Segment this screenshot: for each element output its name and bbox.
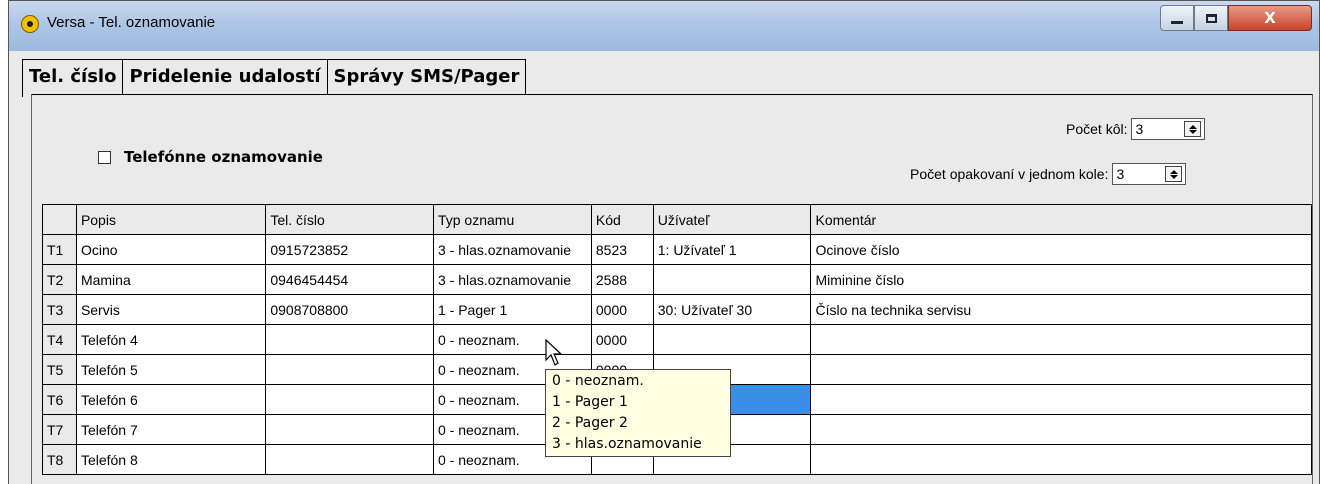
window-title: Versa - Tel. oznamovanie	[47, 14, 216, 31]
notification-type-dropdown: 0 - neoznam. 1 - Pager 1 2 - Pager 2 3 -…	[545, 369, 731, 457]
column-header-typ-oznamu[interactable]: Typ oznamu	[432, 204, 592, 235]
popis-cell[interactable]: Servis	[75, 294, 267, 325]
komentar-cell[interactable]	[810, 354, 1312, 385]
maximize-button[interactable]	[1194, 5, 1228, 31]
tel-cislo-cell[interactable]	[265, 354, 434, 385]
notification-checkbox-label: Telefónne oznamovanie	[124, 148, 323, 166]
spin-down-icon	[1169, 174, 1178, 179]
table-header-row: Popis Tel. číslo Typ oznamu Kód Užívateľ…	[42, 204, 1312, 235]
popis-cell[interactable]: Telefón 4	[75, 324, 267, 355]
table-row[interactable]: T3 Servis 0908708800 1 - Pager 1 0000 30: Uží…	[42, 294, 1312, 325]
tel-cislo-cell[interactable]: 0915723852	[265, 234, 434, 265]
column-header-komentar[interactable]: Komentár	[810, 204, 1312, 235]
tab-bar: Tel. číslo Pridelenie udalostí Správy SM…	[22, 59, 527, 97]
uzivatel-cell[interactable]: 30: Užívateľ 30	[652, 294, 812, 325]
komentar-cell[interactable]: Miminine číslo	[810, 264, 1312, 295]
mouse-pointer-icon	[545, 339, 563, 366]
notification-checkbox[interactable]	[98, 150, 111, 164]
row-id: T1	[42, 234, 77, 265]
column-header-id[interactable]	[42, 204, 77, 235]
dropdown-option[interactable]: 0 - neoznam.	[546, 371, 730, 392]
tel-cislo-cell[interactable]: 0946454454	[265, 264, 434, 295]
tab-tel-cislo[interactable]: Tel. číslo	[22, 59, 124, 97]
popis-cell[interactable]: Telefón 5	[75, 354, 267, 385]
kod-cell[interactable]: 0000	[590, 294, 654, 325]
row-id: T2	[42, 264, 77, 295]
close-icon: X	[1264, 9, 1276, 27]
kod-cell[interactable]: 8523	[590, 234, 654, 265]
typ-oznamu-cell[interactable]: 0 - neoznam.	[432, 324, 592, 355]
popis-cell[interactable]: Ocino	[75, 234, 267, 265]
popis-cell[interactable]: Telefón 8	[75, 444, 267, 475]
row-id: T3	[42, 294, 77, 325]
popis-cell[interactable]: Telefón 7	[75, 414, 267, 445]
uzivatel-cell[interactable]	[652, 324, 812, 355]
rounds-row: Počet kôl: 3	[1066, 118, 1206, 140]
komentar-cell[interactable]	[810, 324, 1312, 355]
telephone-notification-toggle[interactable]: Telefónne oznamovanie	[98, 148, 323, 166]
uzivatel-cell[interactable]	[652, 264, 812, 295]
komentar-cell[interactable]: Číslo na technika servisu	[810, 294, 1312, 325]
kod-cell[interactable]: 2588	[590, 264, 654, 295]
column-header-tel-cislo[interactable]: Tel. číslo	[265, 204, 434, 235]
komentar-cell[interactable]	[810, 444, 1312, 475]
komentar-cell[interactable]	[810, 384, 1312, 415]
close-button[interactable]: X	[1228, 5, 1312, 31]
table-row[interactable]: T4 Telefón 4 0 - neoznam. 0000	[42, 324, 1312, 355]
tel-cislo-cell[interactable]	[265, 414, 434, 445]
uzivatel-cell[interactable]: 1: Užívateľ 1	[652, 234, 812, 265]
spin-up-icon	[1188, 124, 1197, 129]
maximize-icon	[1205, 13, 1217, 23]
kod-cell[interactable]: 0000	[590, 324, 654, 355]
tel-cislo-cell[interactable]: 0908708800	[265, 294, 434, 325]
rounds-spin-buttons[interactable]	[1184, 121, 1202, 137]
typ-oznamu-cell[interactable]: 1 - Pager 1	[432, 294, 592, 325]
app-logo-icon	[21, 15, 39, 33]
row-id: T4	[42, 324, 77, 355]
row-id: T7	[42, 414, 77, 445]
tab-spravy-sms-pager[interactable]: Správy SMS/Pager	[326, 59, 527, 95]
minimize-icon	[1171, 20, 1183, 24]
spin-up-icon	[1169, 169, 1178, 174]
minimize-button[interactable]	[1160, 5, 1194, 31]
dropdown-option[interactable]: 2 - Pager 2	[546, 413, 730, 434]
dropdown-option[interactable]: 3 - hlas.oznamovanie	[546, 434, 730, 455]
app-window: Versa - Tel. oznamovanie X Tel. číslo Pr…	[8, 0, 1320, 484]
title-bar[interactable]: Versa - Tel. oznamovanie X	[9, 1, 1319, 51]
tel-cislo-cell[interactable]	[265, 324, 434, 355]
repeats-spinner[interactable]: 3	[1112, 163, 1187, 185]
komentar-cell[interactable]	[810, 414, 1312, 445]
table-row[interactable]: T2 Mamina 0946454454 3 - hlas.oznamovanie 25…	[42, 264, 1312, 295]
row-id: T6	[42, 384, 77, 415]
column-header-kod[interactable]: Kód	[590, 204, 654, 235]
repeats-label: Počet opakovaní v jednom kole:	[910, 166, 1109, 182]
rounds-value: 3	[1135, 121, 1144, 137]
repeats-spin-buttons[interactable]	[1165, 166, 1183, 182]
tel-cislo-cell[interactable]	[265, 384, 434, 415]
spin-down-icon	[1188, 129, 1197, 134]
column-header-uzivatel[interactable]: Užívateľ	[652, 204, 812, 235]
popis-cell[interactable]: Mamina	[75, 264, 267, 295]
popis-cell[interactable]: Telefón 6	[75, 384, 267, 415]
row-id: T5	[42, 354, 77, 385]
tab-pridelenie-udalosti[interactable]: Pridelenie udalostí	[122, 59, 328, 95]
column-header-popis[interactable]: Popis	[75, 204, 267, 235]
repeats-row: Počet opakovaní v jednom kole: 3	[910, 163, 1187, 185]
typ-oznamu-cell[interactable]: 3 - hlas.oznamovanie	[432, 264, 592, 295]
komentar-cell[interactable]: Ocinove číslo	[810, 234, 1312, 265]
rounds-spinner[interactable]: 3	[1131, 118, 1206, 140]
dropdown-option[interactable]: 1 - Pager 1	[546, 392, 730, 413]
repeats-value: 3	[1116, 166, 1125, 182]
table-row[interactable]: T1 Ocino 0915723852 3 - hlas.oznamovanie 852…	[42, 234, 1312, 265]
row-id: T8	[42, 444, 77, 475]
tel-cislo-cell[interactable]	[265, 444, 434, 475]
typ-oznamu-cell[interactable]: 3 - hlas.oznamovanie	[432, 234, 592, 265]
rounds-label: Počet kôl:	[1066, 121, 1128, 137]
